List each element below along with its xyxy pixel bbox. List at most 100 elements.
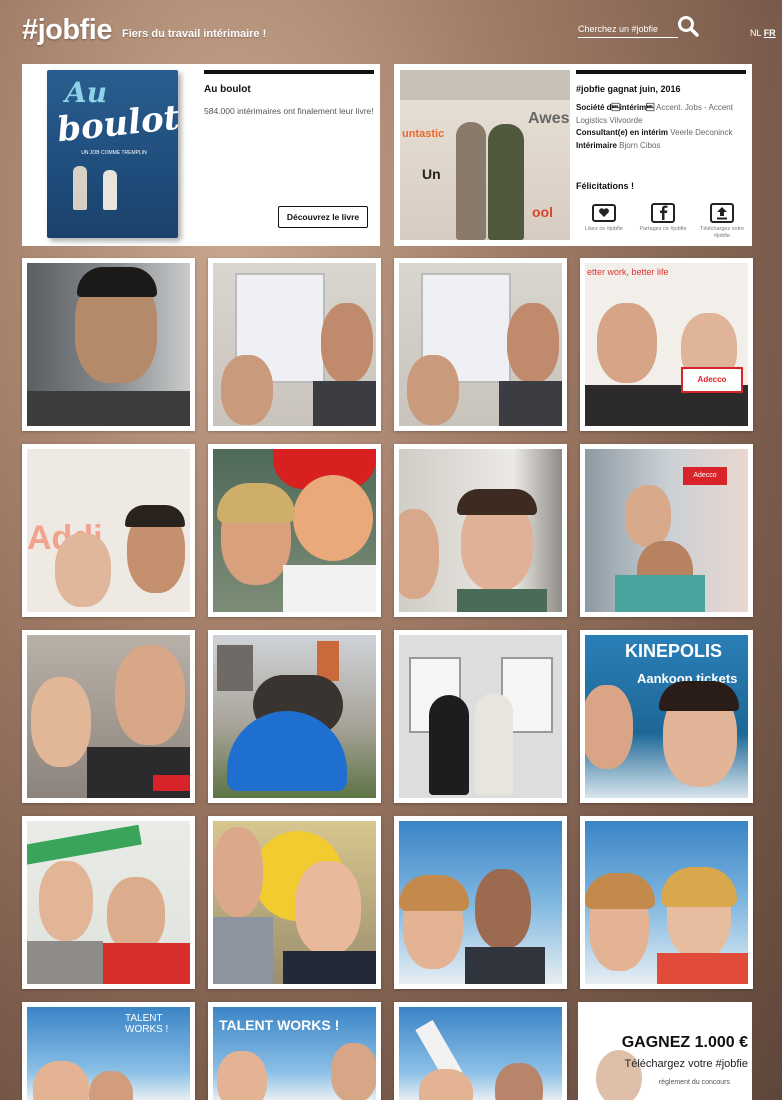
jobfie-photo-tile[interactable] [208, 630, 381, 803]
jobfie-photo-tile[interactable] [394, 630, 567, 803]
lang-fr-link[interactable]: FR [764, 28, 776, 38]
consultant-value: Veerle Deconinck [670, 128, 733, 137]
face-shape [107, 877, 165, 953]
mascot-face [293, 475, 373, 561]
share-label: Partagez ce #jobfie [639, 226, 687, 232]
hair-shape [585, 873, 655, 909]
shirt-shape [465, 947, 545, 984]
discover-book-button[interactable]: Découvrez le livre [278, 206, 368, 228]
face-shape [407, 355, 459, 425]
search-icon[interactable] [676, 14, 700, 38]
adecco-logo: Adecco [683, 467, 727, 485]
jobfie-photo: KINEPOLIS Aankoop tickets [585, 635, 748, 798]
jobfie-photo-tile[interactable] [208, 258, 381, 431]
face-shape [55, 533, 111, 607]
jobfie-photo-tile[interactable] [394, 1002, 567, 1100]
face-shape [31, 677, 91, 767]
jobfie-photo [213, 449, 376, 612]
book-card: Au boulot UN JOB COMME TREMPLIN Au boulo… [22, 64, 380, 246]
jobfie-photo: TALENT WORKS ! [27, 1007, 190, 1100]
wall-text: untastic [402, 128, 445, 140]
person-figure [488, 124, 524, 240]
shirt-shape [283, 951, 376, 984]
face-shape [585, 685, 633, 769]
person-figure [429, 695, 469, 795]
share-action[interactable]: Partagez ce #jobfie [635, 202, 691, 233]
jobfie-photo [399, 635, 562, 798]
jobfie-photo: Adecco [585, 449, 748, 612]
shirt-shape [499, 381, 562, 426]
jobfie-photo-tile[interactable] [580, 816, 753, 989]
jobfie-photo [399, 449, 562, 612]
jobfie-photo-tile[interactable] [394, 258, 567, 431]
face-shape [217, 1051, 267, 1100]
header: #jobfie Fiers du travail intérimaire ! N… [0, 0, 782, 60]
face-shape [475, 869, 531, 949]
jobfie-photo-tile[interactable] [394, 444, 567, 617]
jobfie-photo [27, 263, 190, 426]
hair-shape [457, 489, 537, 515]
mascot-beard [283, 565, 376, 612]
jobfie-photo-tile[interactable] [208, 816, 381, 989]
jobfie-photo-tile[interactable] [208, 444, 381, 617]
hair-shape [659, 681, 739, 711]
wall-text: TALENT WORKS ! [219, 1017, 340, 1033]
shirt-shape [615, 575, 705, 612]
jobfie-photo-tile[interactable] [22, 816, 195, 989]
face-shape [39, 861, 93, 941]
adecco-sign: Adecco [681, 367, 743, 393]
jobfie-photo-tile[interactable] [22, 258, 195, 431]
jobfie-photo [27, 635, 190, 798]
hair-shape [217, 483, 295, 523]
jobfie-photo-tile[interactable]: Adecco [580, 444, 753, 617]
like-action[interactable]: Likez ce #jobfie [576, 202, 632, 233]
jobfie-photo-tile[interactable]: TALENT WORKS ! [208, 1002, 381, 1100]
upload-action[interactable]: Téléchargez votre #jobfie [694, 202, 750, 240]
jobfie-photo-tile[interactable]: Addi [22, 444, 195, 617]
language-switcher: NL FR [750, 28, 776, 38]
jobfie-photo-tile[interactable] [22, 630, 195, 803]
jobfie-photo-tile[interactable] [394, 816, 567, 989]
face-shape [321, 303, 373, 383]
upload-label: Téléchargez votre #jobfie [699, 226, 745, 239]
winner-title: #jobfie gagnat juin, 2016 [576, 84, 681, 94]
shirt-shape [213, 917, 273, 984]
tagline: Fiers du travail intérimaire ! [122, 28, 267, 40]
person-figure [456, 122, 486, 240]
shirt-shape [103, 943, 190, 984]
wall-text: Un [422, 166, 441, 182]
contest-rules-link[interactable]: règlement du concours [659, 1079, 730, 1086]
face-shape [33, 1061, 89, 1100]
person-figure [475, 693, 513, 795]
jobfie-photo: TALENT WORKS ! [213, 1007, 376, 1100]
jobfie-photo-tile[interactable]: KINEPOLIS Aankoop tickets [580, 630, 753, 803]
face-shape [331, 1043, 376, 1100]
jobfie-photo [399, 263, 562, 426]
consultant-label: Consultant(e) en intérim [576, 128, 669, 137]
face-shape [221, 355, 273, 425]
wall-text: ool [532, 204, 553, 220]
jobfie-photo: Addi [27, 449, 190, 612]
lang-nl-link[interactable]: NL [750, 28, 761, 38]
shirt-shape [313, 381, 376, 426]
wall-stripe [27, 824, 142, 866]
jobfie-photo-tile[interactable]: etter work, better life Adecco [580, 258, 753, 431]
face-shape [213, 827, 263, 917]
jobfie-photo [399, 821, 562, 984]
book-cover-image[interactable]: Au boulot UN JOB COMME TREMPLIN [47, 70, 178, 238]
card-top-rule [204, 70, 374, 74]
search-input[interactable] [578, 21, 676, 36]
wall-text: etter work, better life [587, 267, 669, 277]
winner-photo[interactable]: untastic Aweso Un ool [400, 70, 570, 240]
jobfie-photo-tile[interactable]: TALENT WORKS ! [22, 1002, 195, 1100]
logo[interactable]: #jobfie [22, 14, 112, 47]
face-shape [115, 645, 185, 745]
search-box [578, 18, 678, 38]
book-description: 584.000 intérimaires ont finalement leur… [204, 106, 374, 116]
jobfie-photo [213, 821, 376, 984]
contest-banner[interactable]: GAGNEZ 1.000 € Téléchargez votre #jobfie… [578, 1002, 752, 1100]
heart-icon [592, 204, 616, 222]
winner-info: Société dintérim Accent. Jobs - Accent… [576, 102, 748, 152]
face-shape [399, 509, 439, 599]
jobfie-photo [213, 635, 376, 798]
